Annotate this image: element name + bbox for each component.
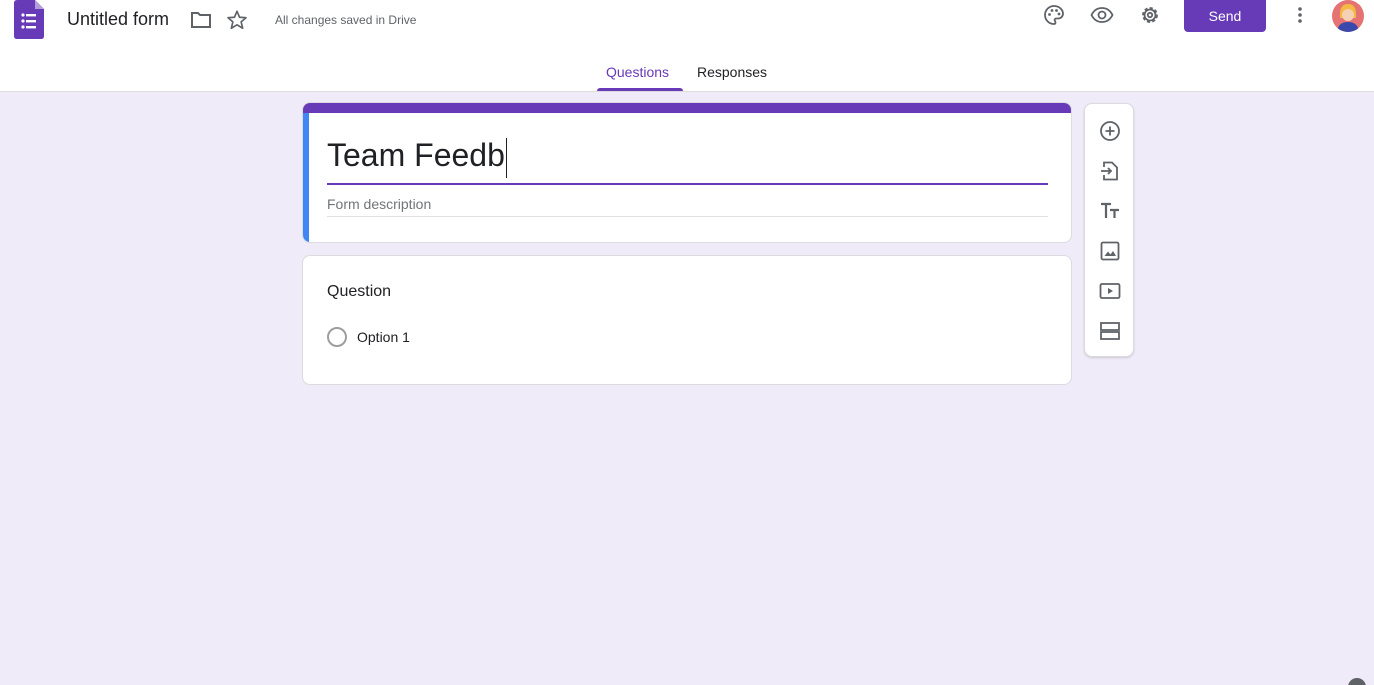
add-video-button[interactable] [1097, 278, 1123, 304]
gear-icon [1142, 7, 1158, 23]
selected-card-indicator [303, 113, 309, 242]
form-accent-bar [303, 103, 1071, 113]
add-question-button[interactable] [1097, 118, 1123, 144]
add-section-button[interactable] [1097, 318, 1123, 344]
more-options-button[interactable] [1287, 2, 1313, 28]
add-section-icon [1100, 322, 1120, 340]
account-avatar[interactable] [1332, 0, 1364, 32]
tab-questions[interactable]: Questions [606, 64, 669, 80]
add-image-button[interactable] [1097, 238, 1123, 264]
import-questions-icon [1101, 161, 1118, 181]
send-button[interactable]: Send [1184, 0, 1266, 32]
floating-toolbar [1084, 103, 1134, 357]
palette-icon [1044, 5, 1064, 25]
more-vert-icon [1298, 7, 1302, 23]
help-icon[interactable] [1348, 678, 1366, 685]
option-label[interactable]: Option 1 [357, 329, 410, 345]
tab-responses[interactable]: Responses [697, 64, 767, 80]
add-question-icon [1100, 121, 1120, 141]
user-avatar-icon [1332, 0, 1364, 32]
google-forms-logo-icon[interactable] [14, 0, 44, 39]
add-video-icon [1099, 283, 1121, 299]
form-title-text: Team Feedb [327, 137, 505, 173]
form-description-field[interactable]: Form description [327, 195, 1048, 217]
add-image-icon [1100, 241, 1120, 261]
import-questions-button[interactable] [1097, 158, 1123, 184]
question-title[interactable]: Question [327, 283, 391, 301]
customize-theme-button[interactable] [1041, 2, 1067, 28]
form-title-card: Team Feedb Form description [302, 102, 1072, 243]
eye-icon [1090, 7, 1114, 23]
star-icon[interactable] [226, 9, 248, 31]
folder-icon[interactable] [190, 10, 212, 30]
preview-button[interactable] [1089, 2, 1115, 28]
document-title[interactable]: Untitled form [67, 9, 169, 30]
top-bar: Untitled form All changes saved in Drive… [0, 0, 1374, 92]
option-row: Option 1 [327, 327, 410, 347]
question-card[interactable]: Question Option 1 [302, 255, 1072, 385]
settings-button[interactable] [1137, 2, 1163, 28]
text-cursor [505, 137, 507, 178]
add-title-button[interactable] [1097, 198, 1123, 224]
add-title-icon [1101, 202, 1119, 218]
radio-button[interactable] [327, 327, 347, 347]
form-title-input[interactable]: Team Feedb [327, 133, 1048, 185]
save-status: All changes saved in Drive [275, 13, 417, 27]
active-tab-indicator [597, 88, 683, 91]
